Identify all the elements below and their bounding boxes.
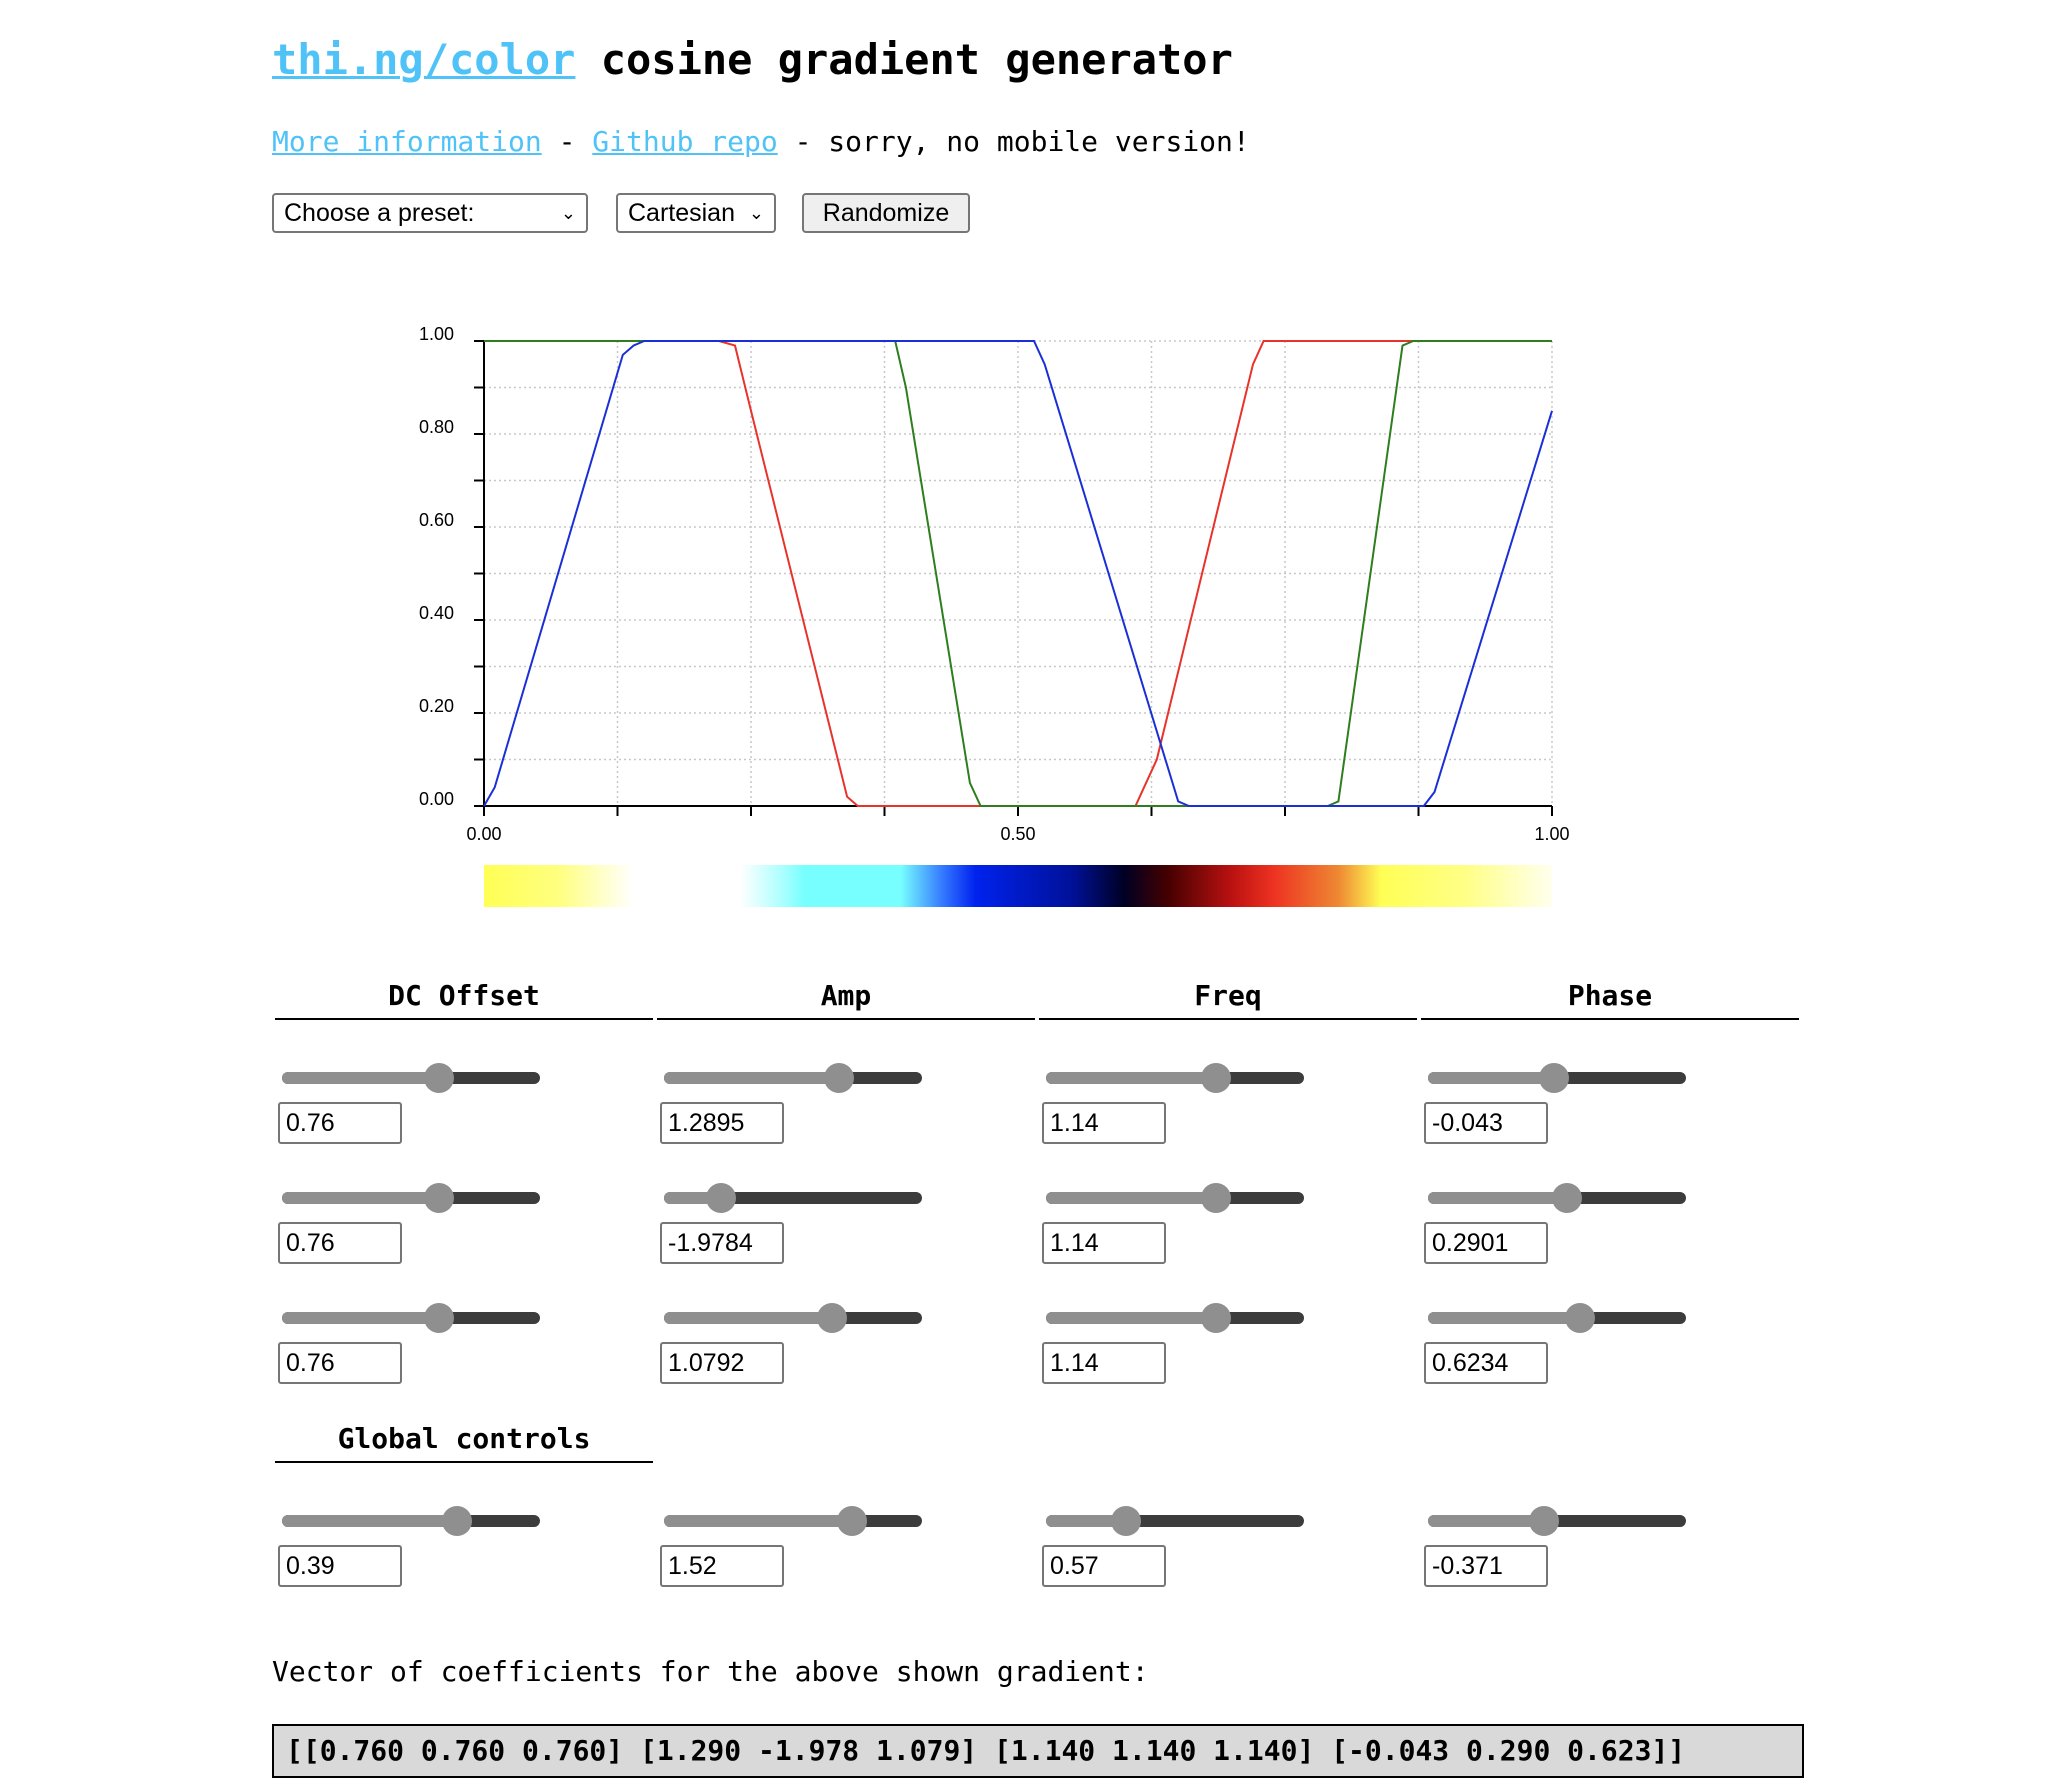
gradient-preview-bar (484, 865, 1552, 907)
slider-knob[interactable] (837, 1506, 868, 1536)
slider-fill (664, 1312, 832, 1324)
slider-knob[interactable] (1565, 1303, 1596, 1333)
freq-3-input[interactable]: 1.14 (1042, 1342, 1166, 1384)
phase-2-slider[interactable] (1428, 1183, 1686, 1213)
slider-knob[interactable] (424, 1063, 455, 1093)
slider-knob[interactable] (1110, 1506, 1141, 1536)
freq-2-slider[interactable] (1046, 1183, 1304, 1213)
phase-1-slider[interactable] (1428, 1063, 1686, 1093)
slider-fill (282, 1192, 440, 1204)
global-freq-slider[interactable] (1046, 1506, 1304, 1536)
slider-fill (1046, 1312, 1217, 1324)
slider-fill (1428, 1312, 1581, 1324)
freq-2-input[interactable]: 1.14 (1042, 1222, 1166, 1264)
slider-knob[interactable] (705, 1183, 736, 1213)
slider-fill (664, 1515, 853, 1527)
freq-1-slider[interactable] (1046, 1063, 1304, 1093)
amp-2-slider[interactable] (664, 1183, 922, 1213)
freq-header: Freq (1039, 978, 1417, 1020)
slider-fill (1046, 1192, 1217, 1204)
y-tick-label: 0.60 (419, 510, 454, 530)
y-tick-label: 0.40 (419, 603, 454, 623)
x-tick-label: 1.00 (1534, 824, 1569, 844)
y-tick-label: 0.00 (419, 789, 454, 809)
slider-fill (1046, 1072, 1217, 1084)
slider-fill (1428, 1192, 1568, 1204)
amp-1-slider[interactable] (664, 1063, 922, 1093)
slider-knob[interactable] (1201, 1063, 1232, 1093)
dc-offset-3-input[interactable]: 0.76 (278, 1342, 402, 1384)
dc-offset-1-input[interactable]: 0.76 (278, 1102, 402, 1144)
slider-knob[interactable] (1201, 1303, 1232, 1333)
coefficients-label: Vector of coefficients for the above sho… (272, 1655, 1149, 1688)
y-tick-label: 0.20 (419, 696, 454, 716)
global-amp-slider[interactable] (664, 1506, 922, 1536)
dc-offset-3-slider[interactable] (282, 1303, 540, 1333)
global-dc-offset-slider[interactable] (282, 1506, 540, 1536)
amp-2-input[interactable]: -1.9784 (660, 1222, 784, 1264)
global-freq-input[interactable]: 0.57 (1042, 1545, 1166, 1587)
slider-knob[interactable] (1539, 1063, 1570, 1093)
global-dc-offset-input[interactable]: 0.39 (278, 1545, 402, 1587)
coefficients-output[interactable]: [[0.760 0.760 0.760] [1.290 -1.978 1.079… (272, 1724, 1804, 1778)
global-controls-header: Global controls (275, 1421, 653, 1463)
y-tick-label: 1.00 (419, 324, 454, 344)
x-tick-label: 0.00 (466, 824, 501, 844)
gradient-channel-chart: 0.00 0.50 1.00 0.00 0.20 0.40 0.60 0.80 1.00 (419, 324, 1570, 844)
slider-knob[interactable] (442, 1506, 473, 1536)
slider-fill (1428, 1515, 1545, 1527)
phase-header: Phase (1421, 978, 1799, 1020)
slider-knob[interactable] (816, 1303, 847, 1333)
slider-fill (664, 1072, 840, 1084)
phase-2-input[interactable]: 0.2901 (1424, 1222, 1548, 1264)
slider-knob[interactable] (1529, 1506, 1560, 1536)
phase-1-input[interactable]: -0.043 (1424, 1102, 1548, 1144)
y-tick-label: 0.80 (419, 417, 454, 437)
slider-knob[interactable] (424, 1183, 455, 1213)
freq-3-slider[interactable] (1046, 1303, 1304, 1333)
dc-offset-header: DC Offset (275, 978, 653, 1020)
slider-fill (282, 1312, 440, 1324)
phase-3-slider[interactable] (1428, 1303, 1686, 1333)
slider-fill (282, 1072, 440, 1084)
slider-knob[interactable] (424, 1303, 455, 1333)
dc-offset-2-slider[interactable] (282, 1183, 540, 1213)
freq-1-input[interactable]: 1.14 (1042, 1102, 1166, 1144)
amp-1-input[interactable]: 1.2895 (660, 1102, 784, 1144)
global-phase-slider[interactable] (1428, 1506, 1686, 1536)
global-amp-input[interactable]: 1.52 (660, 1545, 784, 1587)
slider-fill (1428, 1072, 1555, 1084)
amp-header: Amp (657, 978, 1035, 1020)
amp-3-input[interactable]: 1.0792 (660, 1342, 784, 1384)
dc-offset-1-slider[interactable] (282, 1063, 540, 1093)
phase-3-input[interactable]: 0.6234 (1424, 1342, 1548, 1384)
slider-knob[interactable] (1552, 1183, 1583, 1213)
amp-3-slider[interactable] (664, 1303, 922, 1333)
global-phase-input[interactable]: -0.371 (1424, 1545, 1548, 1587)
slider-knob[interactable] (1201, 1183, 1232, 1213)
slider-fill (282, 1515, 458, 1527)
x-tick-label: 0.50 (1000, 824, 1035, 844)
slider-knob[interactable] (824, 1063, 855, 1093)
dc-offset-2-input[interactable]: 0.76 (278, 1222, 402, 1264)
